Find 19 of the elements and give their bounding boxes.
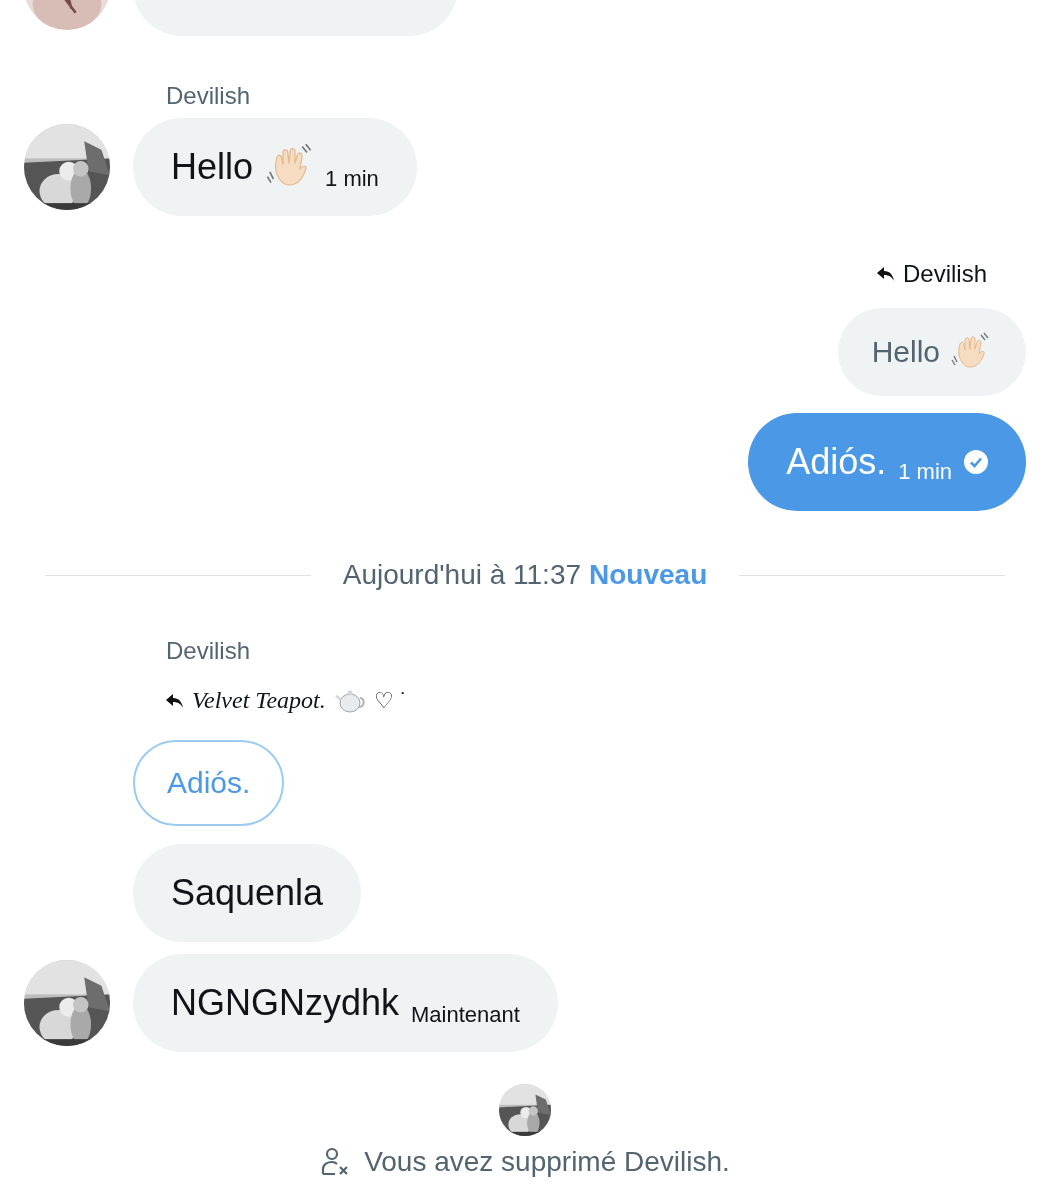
message-text: Adiós.: [786, 441, 887, 483]
timestamp: 1 min: [898, 459, 952, 485]
sender-name: Devilish: [165, 637, 252, 665]
sender-name: Devilish: [165, 82, 252, 110]
reply-name: Velvet Teapot.: [192, 687, 326, 714]
timestamp: 1 min: [325, 166, 379, 192]
quoted-text: Hello: [871, 335, 940, 369]
message-text: Hello: [171, 146, 254, 188]
quoted-message: Adiós.: [133, 740, 285, 826]
message-text: NGNGNzydhk: [171, 982, 400, 1024]
remove-user-icon: [320, 1147, 351, 1177]
reply-icon: [876, 266, 895, 282]
reply-name: Devilish: [902, 260, 987, 288]
date-divider-text: Aujourd'hui à 11:37 Nouveau: [342, 559, 708, 591]
reply-icon: [166, 692, 184, 709]
message-text: Saquenla: [171, 872, 324, 914]
notice-text: Vous avez supprimé Devilish.: [364, 1146, 730, 1178]
reply-decoration: ♡ ˙: [373, 687, 408, 714]
timestamp: Maintenant: [411, 1002, 520, 1028]
